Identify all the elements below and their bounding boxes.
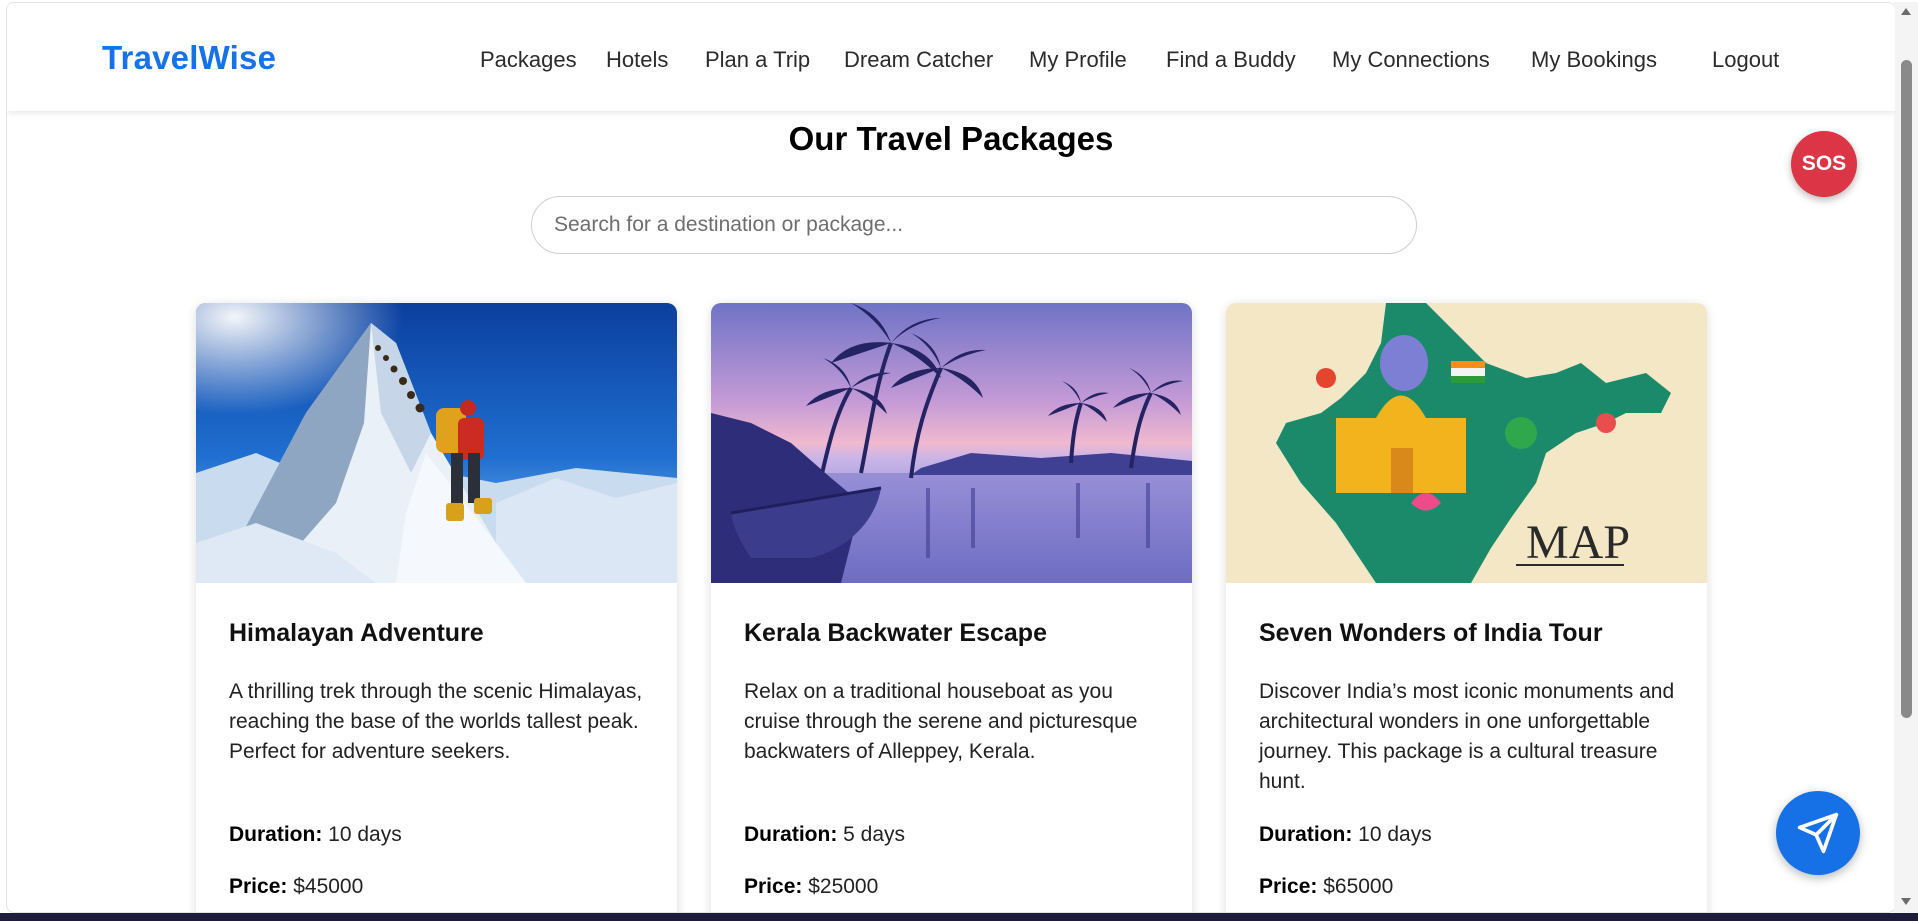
package-price: Price: $25000	[744, 875, 878, 899]
backwaters-palm-image	[711, 303, 1192, 583]
package-price: Price: $45000	[229, 875, 363, 899]
top-navbar: TravelWise Packages Hotels Plan a Trip D…	[7, 3, 1895, 111]
package-duration: Duration: 10 days	[1259, 823, 1432, 847]
duration-value: 5 days	[843, 823, 906, 846]
taskbar-edge	[0, 913, 1918, 921]
page-title: Our Travel Packages	[788, 120, 1114, 157]
page-scrollbar[interactable]	[1894, 2, 1918, 913]
price-value: $65000	[1323, 875, 1394, 898]
nav-dream-catcher[interactable]: Dream Catcher	[844, 47, 993, 73]
duration-label: Duration:	[744, 823, 838, 846]
scroll-down-arrow-icon[interactable]	[1901, 898, 1911, 905]
package-price: Price: $65000	[1259, 875, 1393, 899]
package-title: Kerala Backwater Escape	[744, 619, 1047, 647]
price-value: $25000	[808, 875, 879, 898]
brand-logo[interactable]: TravelWise	[102, 39, 276, 77]
package-duration: Duration: 10 days	[229, 823, 402, 847]
package-title: Seven Wonders of India Tour	[1259, 619, 1603, 647]
send-message-button[interactable]	[1776, 791, 1860, 875]
nav-hotels[interactable]: Hotels	[606, 47, 668, 73]
duration-label: Duration:	[229, 823, 323, 846]
package-card[interactable]: Kerala Backwater Escape Relax on a tradi…	[711, 303, 1192, 912]
nav-logout[interactable]: Logout	[1712, 47, 1779, 73]
nav-my-profile[interactable]: My Profile	[1029, 47, 1127, 73]
price-value: $45000	[293, 875, 364, 898]
scroll-up-arrow-icon[interactable]	[1901, 8, 1911, 15]
sos-button[interactable]: SOS	[1791, 131, 1857, 197]
nav-my-connections[interactable]: My Connections	[1332, 47, 1490, 73]
price-label: Price:	[229, 875, 288, 898]
india-map-image: MAP	[1226, 303, 1707, 583]
duration-value: 10 days	[328, 823, 402, 846]
duration-label: Duration:	[1259, 823, 1353, 846]
search-input[interactable]	[531, 196, 1417, 254]
scrollbar-thumb[interactable]	[1901, 60, 1912, 718]
package-card[interactable]: Himalayan Adventure A thrilling trek thr…	[196, 303, 677, 912]
nav-my-bookings[interactable]: My Bookings	[1531, 47, 1657, 73]
package-duration: Duration: 5 days	[744, 823, 905, 847]
nav-find-a-buddy[interactable]: Find a Buddy	[1166, 47, 1296, 73]
nav-plan-a-trip[interactable]: Plan a Trip	[705, 47, 810, 73]
paper-plane-icon	[1797, 812, 1839, 854]
package-description: Relax on a traditional houseboat as you …	[744, 680, 1138, 763]
duration-value: 10 days	[1358, 823, 1432, 846]
map-caption: MAP	[1526, 516, 1630, 569]
price-label: Price:	[744, 875, 803, 898]
browser-viewport: TravelWise Packages Hotels Plan a Trip D…	[6, 2, 1896, 913]
mountain-climbers-image	[196, 303, 677, 583]
nav-packages[interactable]: Packages	[480, 47, 577, 73]
package-description: A thrilling trek through the scenic Hima…	[229, 680, 643, 763]
price-label: Price:	[1259, 875, 1318, 898]
package-description: Discover India’s most iconic monuments a…	[1259, 680, 1675, 793]
package-title: Himalayan Adventure	[229, 619, 484, 647]
package-card[interactable]: MAP Seven Wonders of India Tour Discover…	[1226, 303, 1707, 912]
